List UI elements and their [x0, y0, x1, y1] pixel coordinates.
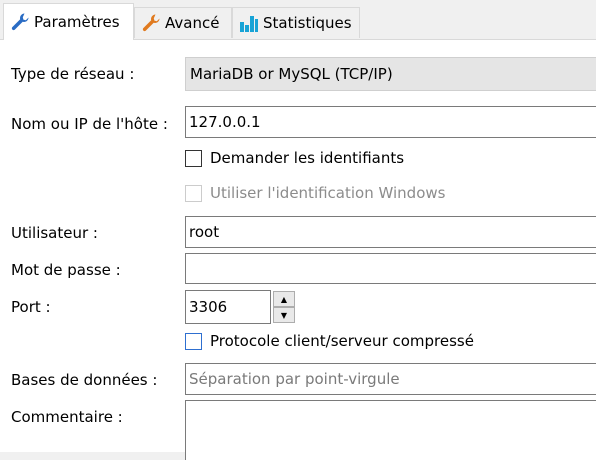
compressed-protocol-checkbox[interactable]: Protocole client/serveur compressé — [185, 332, 474, 350]
tab-label: Statistiques — [263, 14, 352, 32]
comment-label: Commentaire : — [11, 408, 123, 426]
host-label: Nom ou IP de l'hôte : — [11, 115, 168, 133]
host-value: 127.0.0.1 — [189, 113, 261, 131]
windows-auth-label: Utiliser l'identification Windows — [210, 184, 446, 202]
tab-bar: Paramètres Avancé Statistiques — [0, 0, 596, 40]
network-type-label: Type de réseau : — [11, 65, 135, 83]
port-value: 3306 — [189, 298, 228, 316]
ask-credentials-label: Demander les identifiants — [210, 149, 405, 167]
arrow-down-icon: ▼ — [280, 310, 288, 320]
wrench-icon — [141, 13, 161, 33]
compressed-protocol-label: Protocole client/serveur compressé — [210, 332, 474, 350]
password-input[interactable] — [185, 253, 596, 284]
password-label: Mot de passe : — [11, 261, 121, 279]
checkbox-box[interactable] — [185, 149, 202, 167]
port-decrement-button[interactable]: ▼ — [273, 307, 295, 323]
user-input[interactable]: root — [185, 216, 596, 248]
tab-avance[interactable]: Avancé — [134, 7, 232, 38]
tab-label: Paramètres — [34, 13, 120, 31]
user-value: root — [189, 223, 220, 241]
comment-textarea[interactable] — [185, 400, 596, 460]
user-label: Utilisateur : — [11, 224, 98, 242]
host-input[interactable]: 127.0.0.1 — [185, 106, 596, 138]
arrow-up-icon: ▲ — [280, 294, 288, 304]
port-label: Port : — [11, 298, 51, 316]
ask-credentials-checkbox[interactable]: Demander les identifiants — [185, 149, 404, 167]
port-increment-button[interactable]: ▲ — [273, 291, 295, 307]
bar-chart-icon — [239, 13, 259, 33]
databases-label: Bases de données : — [11, 371, 158, 389]
databases-placeholder: Séparation par point-virgule — [189, 370, 400, 388]
wrench-icon — [10, 12, 30, 32]
windows-auth-checkbox[interactable]: Utiliser l'identification Windows — [185, 184, 445, 202]
checkbox-box[interactable] — [185, 332, 202, 350]
databases-input[interactable]: Séparation par point-virgule — [185, 363, 596, 395]
checkbox-box[interactable] — [185, 184, 202, 202]
network-type-select[interactable]: MariaDB or MySQL (TCP/IP) — [185, 57, 596, 91]
tab-parametres[interactable]: Paramètres — [3, 3, 134, 40]
settings-panel: Type de réseau : MariaDB or MySQL (TCP/I… — [0, 39, 596, 460]
network-type-value: MariaDB or MySQL (TCP/IP) — [190, 65, 393, 83]
tab-statistiques[interactable]: Statistiques — [232, 7, 360, 38]
tab-label: Avancé — [165, 14, 220, 32]
port-input[interactable]: 3306 — [185, 290, 271, 324]
